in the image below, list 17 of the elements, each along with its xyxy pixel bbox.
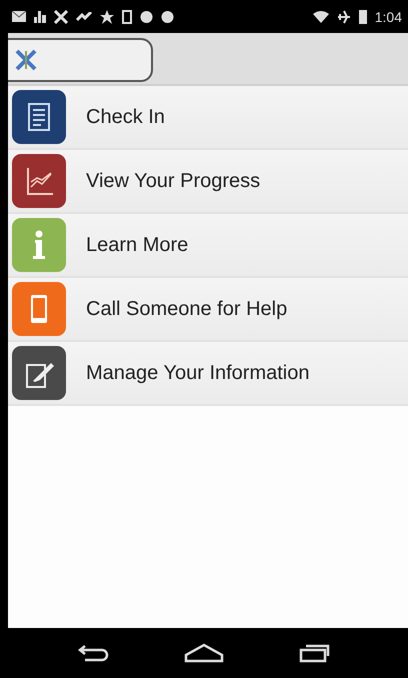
mail-icon [12, 11, 26, 22]
home-icon[interactable] [184, 643, 224, 663]
chart-icon [34, 10, 46, 22]
clock-time: 1:04 [374, 8, 402, 24]
menu-item[interactable]: Learn More [8, 214, 408, 278]
wifi-icon [312, 10, 329, 22]
recent-apps-icon[interactable] [298, 643, 331, 663]
phone-icon [122, 10, 132, 24]
menu-item[interactable]: Manage Your Information [8, 342, 408, 406]
menu-item[interactable]: Check In [8, 86, 408, 150]
menu-item[interactable]: View Your Progress [8, 150, 408, 214]
airplane-icon [336, 10, 351, 24]
star-icon [100, 10, 114, 24]
app-tab[interactable] [8, 38, 153, 82]
menu-item[interactable]: Call Someone for Help [8, 278, 408, 342]
back-icon[interactable] [77, 643, 110, 663]
battery-icon [358, 9, 367, 24]
